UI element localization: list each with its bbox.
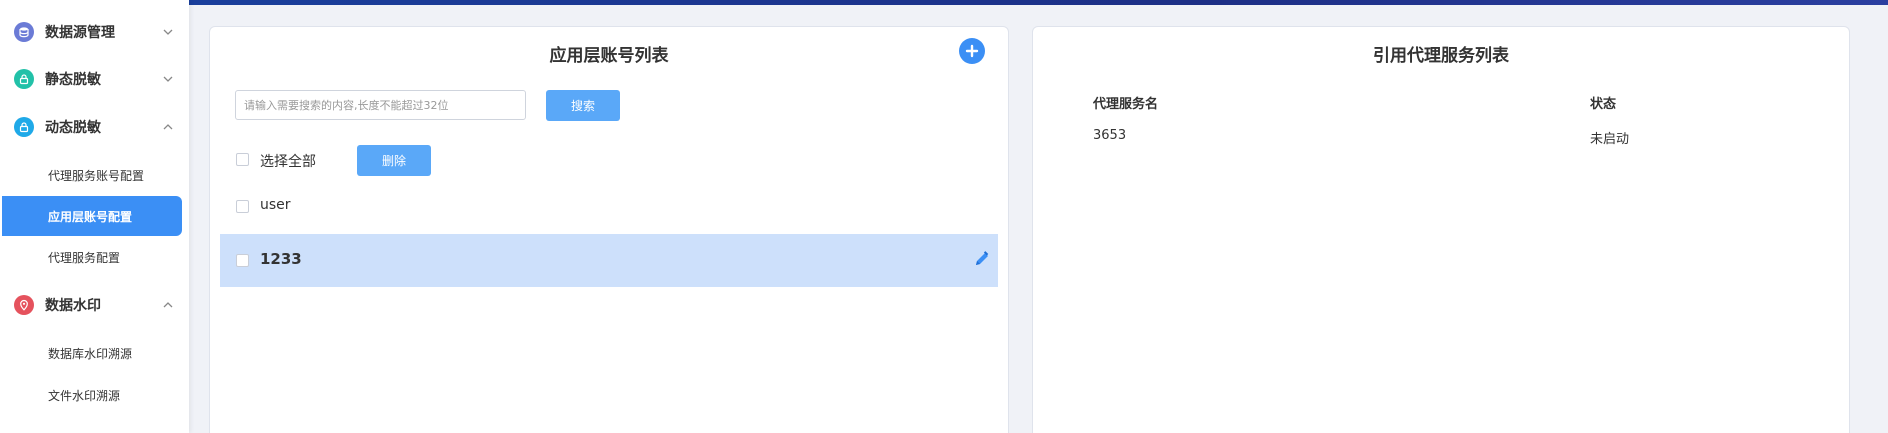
chevron-up-icon: [163, 124, 173, 130]
sidebar-item-label: 应用层账号配置: [48, 209, 133, 224]
column-header-service-name: 代理服务名: [1093, 97, 1159, 112]
sidebar-item-proxy-service-config[interactable]: 代理服务配置: [0, 237, 189, 277]
app-account-list-panel: 应用层账号列表 搜索 选择全部 删除 user 1233: [209, 26, 1009, 433]
menu-group-data-watermark[interactable]: 数据水印: [0, 285, 189, 325]
column-header-status: 状态: [1590, 97, 1617, 112]
search-input[interactable]: [235, 90, 526, 120]
cell-status: 未启动: [1590, 132, 1630, 147]
add-account-button[interactable]: [959, 38, 985, 64]
list-item-selected[interactable]: 1233: [220, 234, 998, 287]
account-name: user: [260, 197, 291, 213]
select-all-label: 选择全部: [260, 154, 316, 170]
select-all-checkbox[interactable]: [236, 153, 249, 166]
cell-service-name: 3653: [1093, 128, 1127, 143]
panel-title: 引用代理服务列表: [1373, 46, 1509, 66]
sidebar: 数据源管理 静态脱敏 动态脱敏 代理服务账号配置 应用层账号配置 代理服务配置 …: [0, 0, 189, 433]
sidebar-item-app-account-config[interactable]: 应用层账号配置: [2, 196, 182, 236]
panel-title: 应用层账号列表: [549, 46, 669, 66]
menu-group-static-masking[interactable]: 静态脱敏: [0, 59, 189, 99]
sidebar-item-label: 代理服务账号配置: [48, 168, 145, 183]
row-checkbox[interactable]: [236, 200, 249, 213]
sidebar-item-label: 数据库水印溯源: [48, 346, 133, 361]
chevron-down-icon: [163, 76, 173, 82]
sidebar-item-proxy-account-config[interactable]: 代理服务账号配置: [0, 155, 189, 195]
lock-icon: [14, 117, 34, 137]
menu-group-datasource[interactable]: 数据源管理: [0, 12, 189, 52]
sidebar-item-file-watermark-trace[interactable]: 文件水印溯源: [0, 375, 189, 415]
chevron-up-icon: [163, 302, 173, 308]
menu-group-label: 数据源管理: [45, 25, 115, 41]
sidebar-item-db-watermark-trace[interactable]: 数据库水印溯源: [0, 333, 189, 373]
top-header-strip: [189, 0, 1888, 5]
database-icon: [14, 22, 34, 42]
delete-button[interactable]: 删除: [357, 145, 431, 176]
menu-group-dynamic-masking[interactable]: 动态脱敏: [0, 107, 189, 147]
menu-group-label: 动态脱敏: [45, 120, 101, 136]
proxy-service-list-panel: 引用代理服务列表 代理服务名 状态 3653 未启动: [1032, 26, 1850, 433]
search-button[interactable]: 搜索: [546, 90, 620, 121]
lock-icon: [14, 69, 34, 89]
menu-group-label: 静态脱敏: [45, 72, 101, 88]
row-checkbox[interactable]: [236, 254, 249, 267]
menu-group-label: 数据水印: [45, 298, 101, 314]
edit-pencil-icon[interactable]: [973, 250, 991, 268]
chevron-down-icon: [163, 29, 173, 35]
location-pin-icon: [14, 295, 34, 315]
sidebar-item-label: 文件水印溯源: [48, 388, 121, 403]
plus-icon: [965, 44, 979, 58]
sidebar-item-label: 代理服务配置: [48, 250, 121, 265]
account-name: 1233: [260, 250, 302, 268]
